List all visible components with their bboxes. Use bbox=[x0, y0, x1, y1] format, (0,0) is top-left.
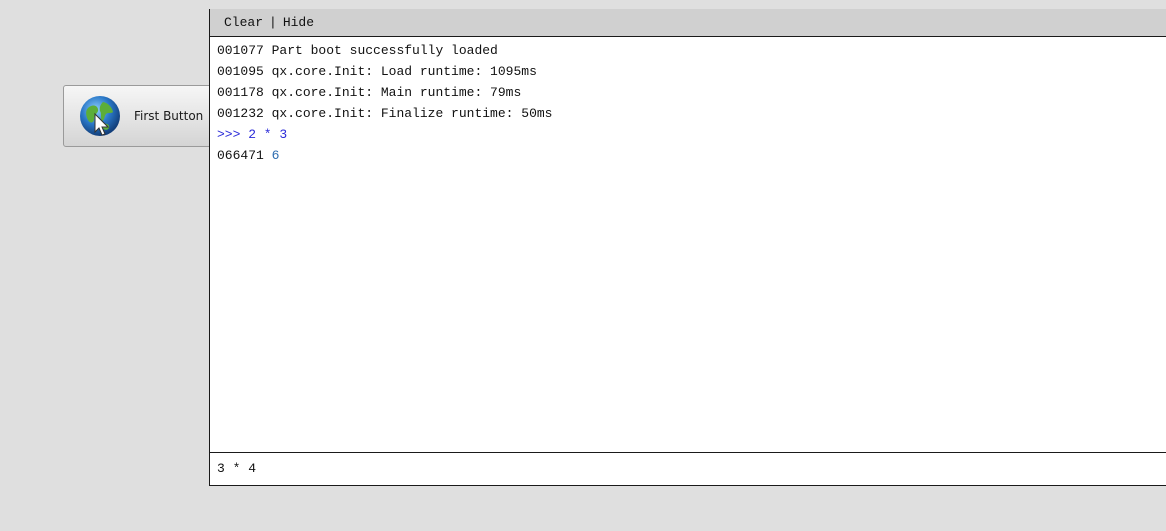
first-button-label: First Button bbox=[134, 109, 204, 123]
log-line: 001232 qx.core.Init: Finalize runtime: 5… bbox=[217, 103, 1166, 124]
log-line: 066471 6 bbox=[217, 145, 1166, 166]
log-line: 001095 qx.core.Init: Load runtime: 1095m… bbox=[217, 61, 1166, 82]
log-text: qx.core.Init: Finalize runtime: 50ms bbox=[271, 106, 553, 121]
debug-console: Clear | Hide 001077 Part boot successfully… bbox=[209, 9, 1166, 486]
log-id: 066471 bbox=[217, 148, 264, 163]
log-result: 6 bbox=[271, 148, 280, 163]
console-input-row bbox=[210, 452, 1166, 485]
globe-cursor-icon bbox=[80, 96, 120, 136]
console-command-input[interactable] bbox=[210, 453, 1147, 483]
log-text: Part boot successfully loaded bbox=[271, 43, 498, 58]
log-text: qx.core.Init: Load runtime: 1095ms bbox=[271, 64, 537, 79]
log-id: 001095 bbox=[217, 64, 264, 79]
console-toolbar: Clear | Hide bbox=[210, 9, 1166, 37]
clear-button[interactable]: Clear bbox=[224, 15, 263, 30]
log-command: >>> 2 * 3 bbox=[217, 127, 288, 142]
log-id: 001178 bbox=[217, 85, 264, 100]
hide-button[interactable]: Hide bbox=[283, 15, 314, 30]
log-id: 001232 bbox=[217, 106, 264, 121]
toolbar-separator: | bbox=[269, 15, 277, 30]
log-text: qx.core.Init: Main runtime: 79ms bbox=[271, 85, 522, 100]
app-viewport: First Button Clear | Hide 001077 Part boot… bbox=[0, 0, 1166, 531]
log-line: 001077 Part boot successfully loaded bbox=[217, 40, 1166, 61]
log-line: 001178 qx.core.Init: Main runtime: 79ms bbox=[217, 82, 1166, 103]
console-log: 001077 Part boot successfully loaded 001… bbox=[210, 37, 1166, 452]
log-id: 001077 bbox=[217, 43, 264, 58]
log-command-line: >>> 2 * 3 bbox=[217, 124, 1166, 145]
